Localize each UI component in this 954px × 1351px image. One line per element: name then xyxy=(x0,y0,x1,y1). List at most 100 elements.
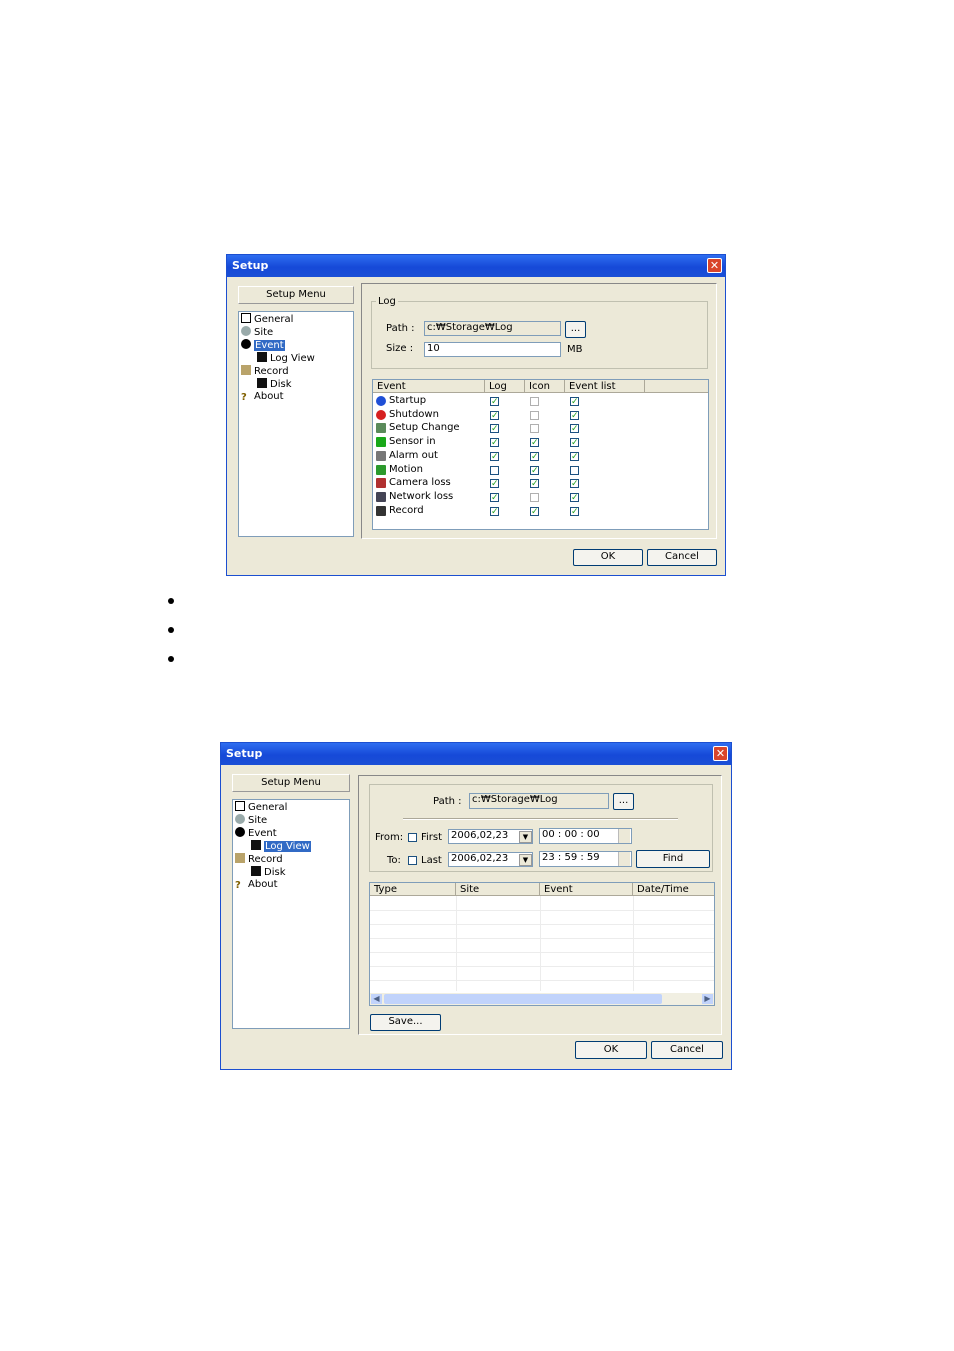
event-list-checkbox[interactable]: ✓ xyxy=(570,410,579,420)
from-date-dropdown-icon[interactable]: ▼ xyxy=(519,831,532,843)
close-button[interactable]: ✕ xyxy=(707,258,722,273)
event-icon xyxy=(235,827,245,837)
log-checkbox[interactable]: ✓ xyxy=(490,451,499,461)
cancel-button[interactable]: Cancel xyxy=(651,1041,723,1059)
event-row[interactable]: Record ✓ ✓ ✓ xyxy=(373,505,708,518)
to-date-dropdown-icon[interactable]: ▼ xyxy=(519,854,532,866)
event-row[interactable]: Sensor in ✓ ✓ ✓ xyxy=(373,436,708,449)
from-time-spinner-icon[interactable] xyxy=(618,829,630,843)
log-checkbox[interactable]: ✓ xyxy=(490,479,499,489)
icon-checkbox[interactable] xyxy=(530,397,539,406)
browse-button[interactable]: ... xyxy=(565,321,586,338)
close-button[interactable]: ✕ xyxy=(713,746,728,761)
log-group-title: Log xyxy=(376,296,398,307)
event-row[interactable]: Alarm out ✓ ✓ ✓ xyxy=(373,450,708,463)
column-header-event[interactable]: Event xyxy=(373,380,485,393)
column-header-site[interactable]: Site xyxy=(456,883,540,896)
size-field[interactable]: 10 xyxy=(424,342,561,357)
to-label: To: xyxy=(387,855,401,866)
ok-button[interactable]: OK xyxy=(575,1041,647,1059)
log-checkbox[interactable] xyxy=(490,465,499,475)
log-checkbox[interactable]: ✓ xyxy=(490,410,499,420)
tree-item-log-view[interactable]: Log View xyxy=(251,840,311,853)
find-button[interactable]: Find xyxy=(636,850,710,868)
tree-item-general[interactable]: General xyxy=(241,313,293,326)
event-name: Setup Change xyxy=(389,422,460,434)
size-unit: MB xyxy=(567,344,583,355)
save-button[interactable]: Save... xyxy=(370,1014,441,1031)
event-list-checkbox[interactable]: ✓ xyxy=(570,397,579,407)
scroll-right-icon[interactable]: ▶ xyxy=(702,994,713,1004)
event-list-checkbox[interactable] xyxy=(570,465,579,475)
event-row[interactable]: Network loss ✓ ✓ xyxy=(373,491,708,504)
tree-item-disk[interactable]: Disk xyxy=(257,378,291,391)
last-checkbox[interactable] xyxy=(408,856,417,865)
cancel-button[interactable]: Cancel xyxy=(647,549,717,566)
icon-checkbox[interactable]: ✓ xyxy=(530,506,539,516)
to-time-spinner-icon[interactable] xyxy=(618,852,630,866)
scroll-thumb[interactable] xyxy=(384,994,662,1004)
event-list-checkbox[interactable]: ✓ xyxy=(570,479,579,489)
tree-item-record[interactable]: Record xyxy=(235,853,283,866)
path-label: Path : xyxy=(386,323,415,334)
icon-checkbox[interactable] xyxy=(530,424,539,434)
log-checkbox[interactable]: ✓ xyxy=(490,492,499,502)
tree-item-site[interactable]: Site xyxy=(241,326,273,339)
event-list-checkbox[interactable]: ✓ xyxy=(570,424,579,434)
sensor-icon xyxy=(376,437,386,448)
event-row[interactable]: Shutdown ✓ ✓ xyxy=(373,409,708,422)
setup-menu-header: Setup Menu xyxy=(232,774,350,792)
first-checkbox[interactable] xyxy=(408,833,417,842)
site-icon xyxy=(235,814,245,824)
log-checkbox[interactable]: ✓ xyxy=(490,397,499,407)
log-checkbox[interactable]: ✓ xyxy=(490,438,499,448)
browse-button[interactable]: ... xyxy=(613,793,634,810)
column-header-icon[interactable]: Icon xyxy=(525,380,565,393)
record-icon xyxy=(235,853,245,863)
record-disk-icon xyxy=(376,505,386,516)
tree-item-about[interactable]: ? About xyxy=(235,879,278,891)
event-list-checkbox[interactable]: ✓ xyxy=(570,438,579,448)
tree-item-about[interactable]: ? About xyxy=(241,391,284,403)
scroll-left-icon[interactable]: ◀ xyxy=(371,994,382,1004)
path-field: c:₩Storage₩Log xyxy=(469,793,609,809)
settings-panel: Log Path : c:₩Storage₩Log ... Size : 10 … xyxy=(361,283,717,539)
column-header-event-list[interactable]: Event list xyxy=(565,380,645,393)
tree-item-event[interactable]: Event xyxy=(241,339,285,352)
column-header-log[interactable]: Log xyxy=(485,380,525,393)
column-header-type[interactable]: Type xyxy=(370,883,456,896)
bullet-3 xyxy=(168,656,174,662)
bullet-2 xyxy=(168,627,174,633)
icon-checkbox[interactable]: ✓ xyxy=(530,438,539,448)
event-list-checkbox[interactable]: ✓ xyxy=(570,451,579,461)
tree-item-site[interactable]: Site xyxy=(235,814,267,827)
event-list-checkbox[interactable]: ✓ xyxy=(570,492,579,502)
record-icon xyxy=(241,365,251,375)
icon-checkbox[interactable] xyxy=(530,492,539,502)
event-row[interactable]: Camera loss ✓ ✓ ✓ xyxy=(373,477,708,490)
tree-item-general[interactable]: General xyxy=(235,801,287,814)
event-row[interactable]: Startup ✓ ✓ xyxy=(373,395,708,408)
tree-item-event[interactable]: Event xyxy=(235,827,277,840)
icon-checkbox[interactable]: ✓ xyxy=(530,479,539,489)
event-list-checkbox[interactable]: ✓ xyxy=(570,506,579,516)
stop-icon xyxy=(376,409,386,420)
column-header-event[interactable]: Event xyxy=(540,883,633,896)
tree-item-record[interactable]: Record xyxy=(241,365,289,378)
first-label: First xyxy=(421,832,443,843)
tree-item-disk[interactable]: Disk xyxy=(251,866,285,879)
log-checkbox[interactable]: ✓ xyxy=(490,506,499,516)
tree-item-log-view[interactable]: Log View xyxy=(257,352,315,365)
question-icon: ? xyxy=(241,392,247,403)
icon-checkbox[interactable] xyxy=(530,410,539,420)
event-row[interactable]: Motion ✓ xyxy=(373,464,708,477)
alarm-icon xyxy=(376,450,386,461)
log-checkbox[interactable]: ✓ xyxy=(490,424,499,434)
camera-icon xyxy=(376,478,386,489)
column-header-date-time[interactable]: Date/Time xyxy=(633,883,714,896)
icon-checkbox[interactable]: ✓ xyxy=(530,465,539,475)
event-row[interactable]: Setup Change ✓ ✓ xyxy=(373,422,708,435)
horizontal-scrollbar[interactable]: ◀ ▶ xyxy=(370,993,714,1005)
ok-button[interactable]: OK xyxy=(573,549,643,566)
icon-checkbox[interactable]: ✓ xyxy=(530,451,539,461)
